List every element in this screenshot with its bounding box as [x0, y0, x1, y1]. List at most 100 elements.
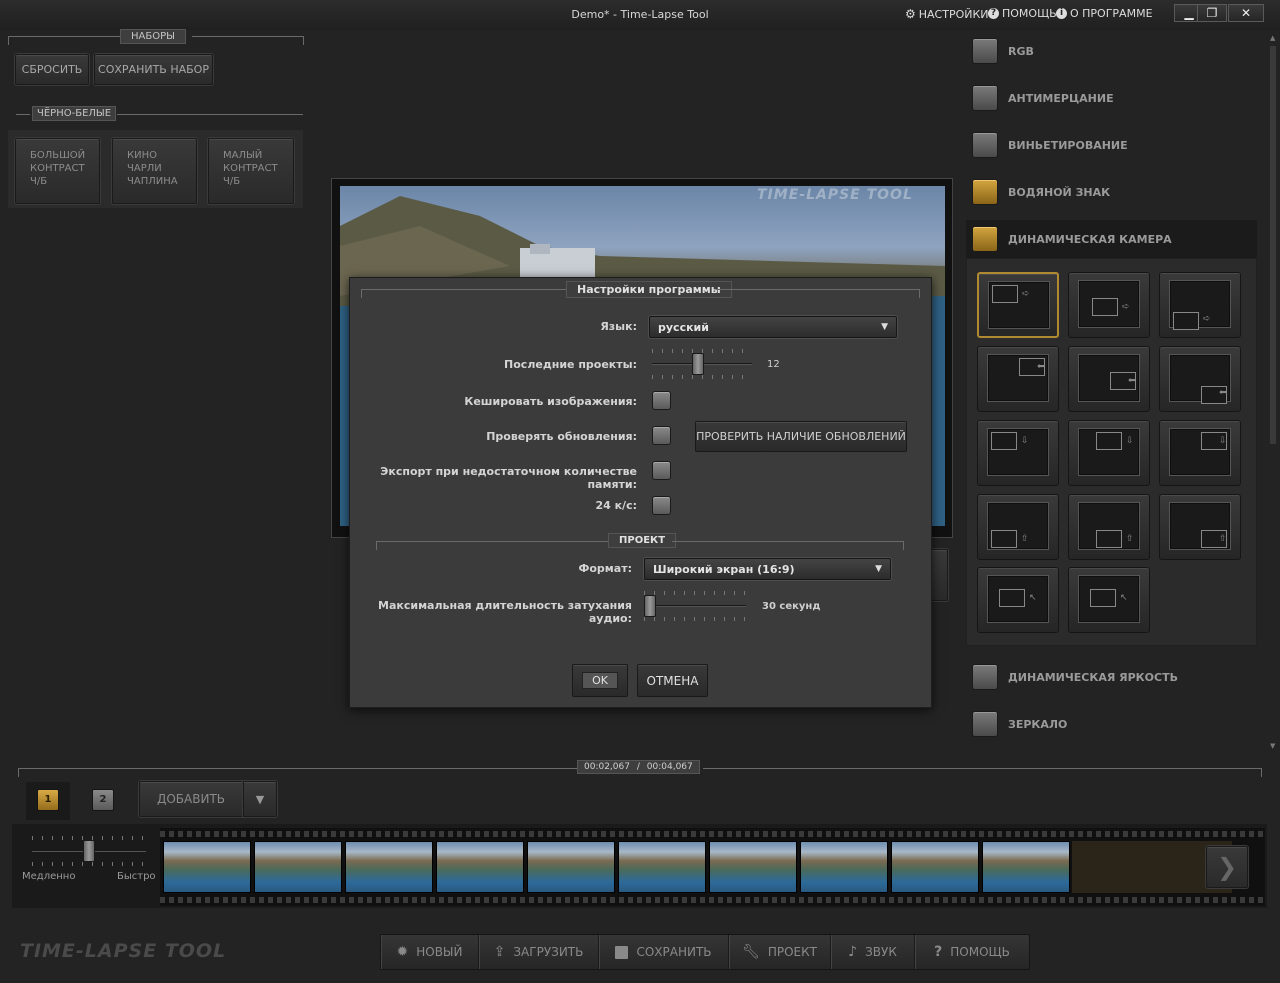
camera-motion-option[interactable]: ↖	[977, 567, 1059, 633]
camera-motion-option[interactable]: ⇧	[1068, 494, 1150, 560]
audio-fade-slider[interactable]	[644, 591, 746, 621]
effects-scrollbar[interactable]: ▲ ▼	[1268, 34, 1278, 754]
camera-motion-option[interactable]: ⇩	[1068, 420, 1150, 486]
filmstrip[interactable]: ❯	[160, 828, 1265, 906]
scrollbar-thumb[interactable]	[1270, 46, 1276, 444]
cache-images-checkbox[interactable]	[652, 391, 671, 410]
presets-heading: НАБОРЫ	[120, 29, 186, 44]
camera-motion-option[interactable]: ➪	[1068, 272, 1150, 338]
effect-watermark[interactable]: ВОДЯНОЙ ЗНАК	[972, 173, 1257, 211]
film-frame[interactable]	[345, 841, 433, 893]
cancel-button[interactable]: ОТМЕНА	[637, 664, 708, 697]
settings-menu[interactable]: ⚙ НАСТРОЙКИ	[905, 7, 989, 21]
fps-checkbox[interactable]	[652, 496, 671, 515]
film-frame[interactable]	[800, 841, 888, 893]
effect-rgb-label: RGB	[1008, 44, 1034, 58]
check-updates-button[interactable]: ПРОВЕРИТЬ НАЛИЧИЕ ОБНОВЛЕНИЙ	[695, 421, 907, 452]
camera-motion-option[interactable]: ↖	[1068, 567, 1150, 633]
effect-mirror[interactable]: ЗЕРКАЛО	[972, 705, 1257, 743]
camera-subframe	[1092, 298, 1118, 316]
speed-slider[interactable]	[32, 836, 146, 866]
wrench-icon: 🔧︎	[742, 944, 760, 960]
camera-motion-option[interactable]: ⬅	[1068, 346, 1150, 412]
preset-chaplin[interactable]: КИНО ЧАРЛИ ЧАПЛИНА	[112, 138, 197, 204]
language-select[interactable]: русский ▼	[649, 316, 897, 338]
effect-mirror-toggle[interactable]	[972, 711, 998, 737]
film-frame[interactable]	[254, 841, 342, 893]
effect-dynamic-camera[interactable]: ДИНАМИЧЕСКАЯ КАМЕРА	[966, 220, 1257, 258]
slider-knob[interactable]	[644, 595, 656, 617]
help-button[interactable]: ? ПОМОЩЬ	[915, 935, 1029, 969]
camera-motion-option[interactable]: ➪	[1159, 272, 1241, 338]
scroll-up-icon[interactable]: ▲	[1270, 34, 1275, 42]
timeline-bracket-left	[18, 768, 19, 777]
presets-bracket-left	[8, 36, 9, 45]
film-frame[interactable]	[163, 841, 251, 893]
camera-motion-option[interactable]: ➪	[977, 272, 1059, 338]
sound-button[interactable]: ♪ ЗВУК	[831, 935, 915, 969]
load-button[interactable]: ⇪ ЗАГРУЗИТЬ	[479, 935, 599, 969]
close-button[interactable]: ✕	[1228, 4, 1264, 22]
film-frame[interactable]	[436, 841, 524, 893]
help-circle-icon: ?	[988, 8, 999, 19]
camera-direction-arrow-icon: ⬅	[1128, 376, 1136, 386]
preset-high-contrast-bw[interactable]: БОЛЬШОЙ КОНТРАСТ Ч/Б	[15, 138, 100, 204]
restore-button[interactable]: ❐	[1197, 4, 1227, 22]
bw-line-right	[117, 114, 303, 115]
film-frame[interactable]	[982, 841, 1070, 893]
fps-label: 24 к/с:	[595, 499, 637, 512]
effect-antiflicker[interactable]: АНТИМЕРЦАНИЕ	[972, 79, 1257, 117]
camera-motion-option[interactable]: ⬅	[977, 346, 1059, 412]
add-dropdown-button[interactable]: ▼	[243, 781, 277, 817]
effect-dynamic-camera-toggle[interactable]	[972, 226, 998, 252]
film-frame[interactable]	[527, 841, 615, 893]
save-preset-button[interactable]: СОХРАНИТЬ НАБОР	[94, 54, 213, 85]
project-line-right	[672, 541, 904, 542]
effect-antiflicker-toggle[interactable]	[972, 85, 998, 111]
slider-knob[interactable]	[83, 840, 95, 862]
scroll-down-icon[interactable]: ▼	[1270, 742, 1275, 750]
effect-rgb[interactable]: RGB	[972, 32, 1257, 70]
new-button[interactable]: ✹ НОВЫЙ	[381, 935, 479, 969]
slider-knob[interactable]	[692, 353, 704, 375]
check-updates-checkbox[interactable]	[652, 426, 671, 445]
project-button[interactable]: 🔧︎ ПРОЕКТ	[729, 935, 831, 969]
camera-direction-arrow-icon: ⇩	[1021, 436, 1029, 446]
camera-frame-preview: ➪	[1079, 281, 1139, 327]
camera-motion-option[interactable]: ⇧	[977, 494, 1059, 560]
preview-side-button[interactable]	[930, 549, 948, 601]
effect-vignette-toggle[interactable]	[972, 132, 998, 158]
timeline-line-right	[703, 768, 1262, 769]
camera-direction-arrow-icon: ⇩	[1126, 436, 1134, 446]
film-frame[interactable]	[891, 841, 979, 893]
ok-button[interactable]: OK	[572, 664, 628, 697]
camera-motion-option[interactable]: ⇩	[977, 420, 1059, 486]
camera-motion-option[interactable]: ⇧	[1159, 494, 1241, 560]
about-menu[interactable]: i О ПРОГРАММЕ	[1056, 7, 1153, 20]
preset-low-contrast-bw[interactable]: МАЛЫЙ КОНТРАСТ Ч/Б	[208, 138, 294, 204]
effect-watermark-toggle[interactable]	[972, 179, 998, 205]
camera-motion-option[interactable]: ⬅	[1159, 346, 1241, 412]
film-frame[interactable]	[709, 841, 797, 893]
film-frame[interactable]	[618, 841, 706, 893]
effect-dynamic-brightness-toggle[interactable]	[972, 664, 998, 690]
recent-projects-slider[interactable]	[652, 349, 752, 379]
effect-dynamic-brightness[interactable]: ДИНАМИЧЕСКАЯ ЯРКОСТЬ	[972, 658, 1257, 696]
dialog-title-line-right	[716, 289, 920, 290]
reset-button[interactable]: СБРОСИТЬ	[15, 54, 89, 85]
page-1-button[interactable]: 1	[37, 789, 59, 811]
help-menu[interactable]: ? ПОМОЩЬ	[988, 7, 1057, 20]
effect-vignette[interactable]: ВИНЬЕТИРОВАНИЕ	[972, 126, 1257, 164]
camera-frame-preview: ➪	[1170, 281, 1230, 330]
page-2-button[interactable]: 2	[92, 789, 114, 811]
dialog-bracket-left	[361, 289, 362, 298]
add-button[interactable]: ДОБАВИТЬ	[139, 781, 243, 817]
film-next-button[interactable]: ❯	[1206, 846, 1248, 888]
save-button[interactable]: СОХРАНИТЬ	[599, 935, 729, 969]
effect-rgb-toggle[interactable]	[972, 38, 998, 64]
format-select[interactable]: Широкий экран (16:9) ▼	[644, 558, 891, 580]
low-memory-export-checkbox[interactable]	[652, 461, 671, 480]
camera-motion-option[interactable]: ⇩	[1159, 420, 1241, 486]
slider-ticks-bottom	[652, 375, 752, 379]
presets-line-right	[192, 36, 304, 37]
